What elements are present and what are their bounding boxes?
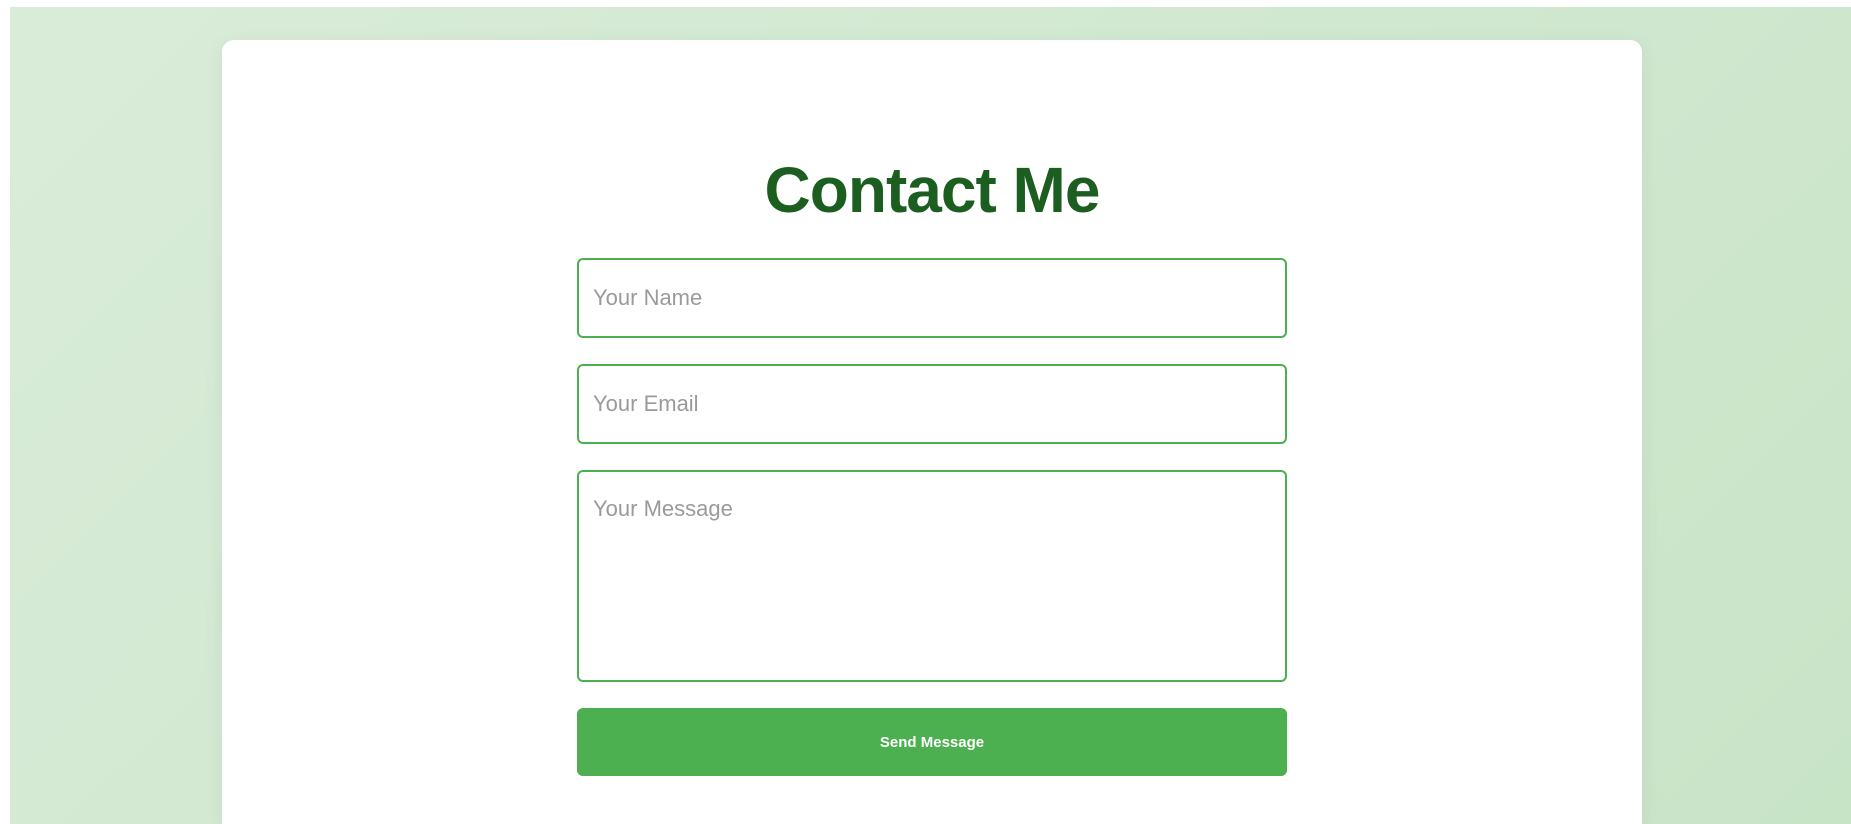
message-textarea[interactable] [577, 470, 1287, 682]
contact-form: Send Message [577, 258, 1287, 776]
contact-card: Contact Me Send Message [222, 40, 1642, 824]
name-input[interactable] [577, 258, 1287, 338]
send-message-button[interactable]: Send Message [577, 708, 1287, 776]
email-input[interactable] [577, 364, 1287, 444]
page-title: Contact Me [764, 154, 1101, 226]
